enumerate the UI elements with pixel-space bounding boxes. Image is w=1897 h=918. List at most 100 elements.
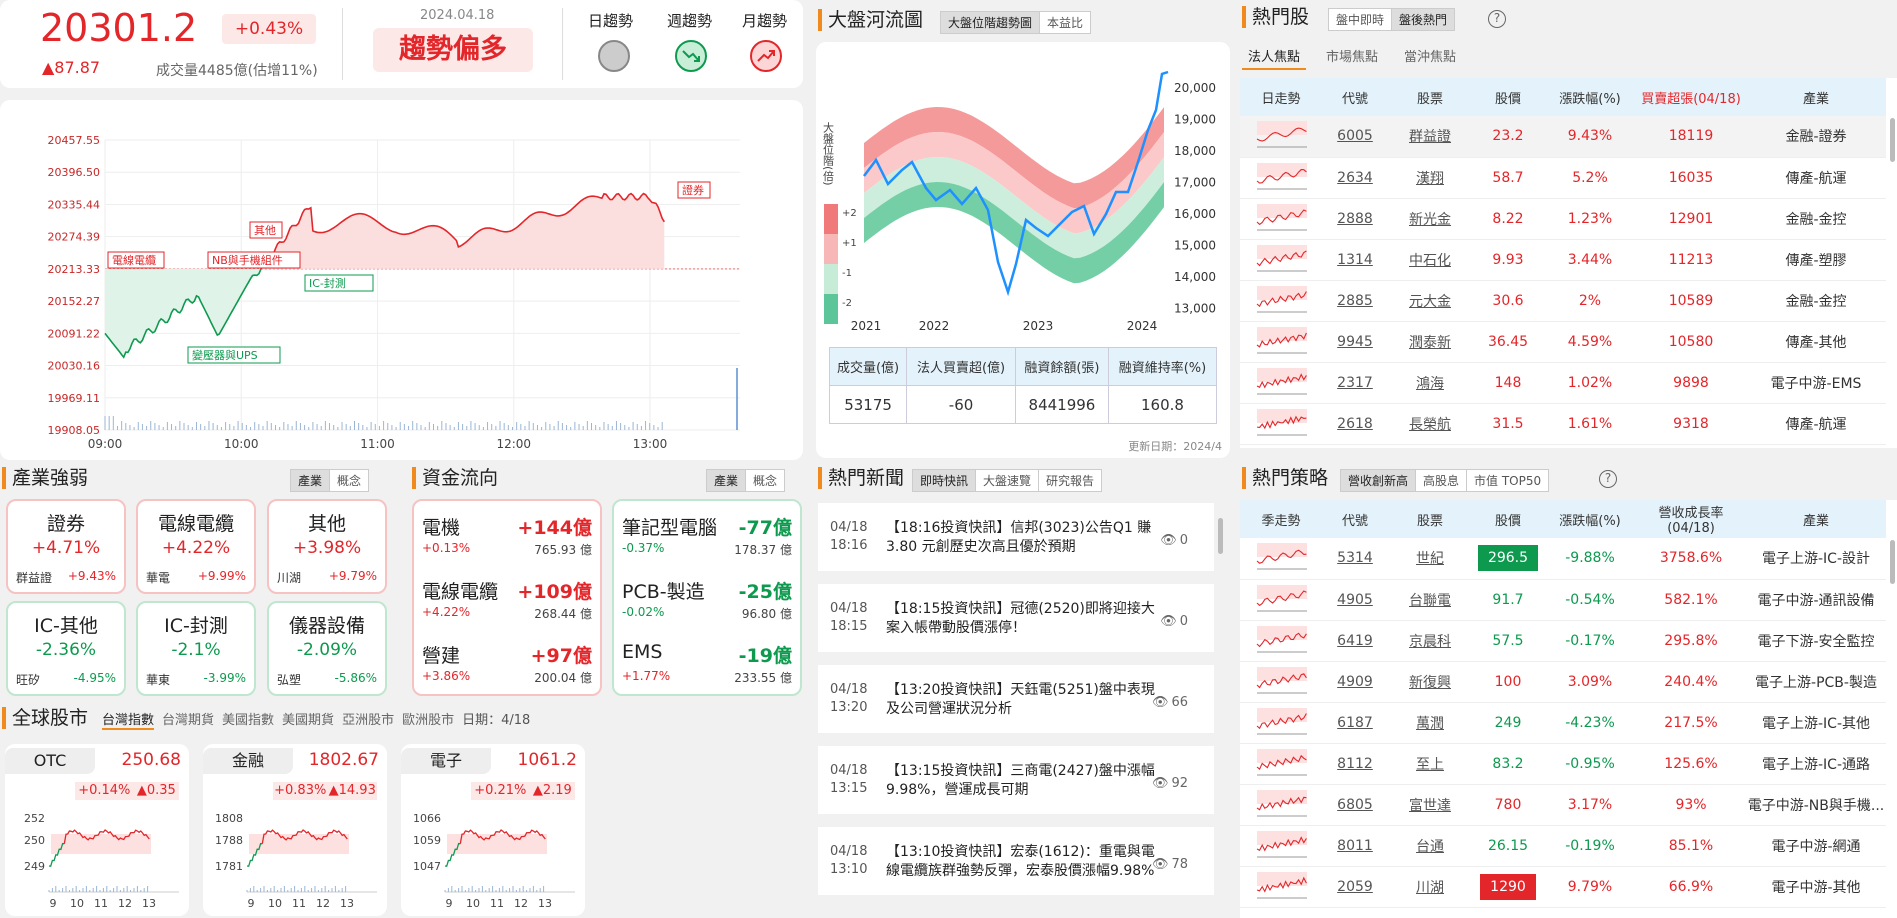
col-header[interactable]: 營收成長率(04/18) <box>1636 500 1746 538</box>
scrollbar[interactable] <box>1890 540 1895 584</box>
help-icon[interactable]: ? <box>1488 10 1506 28</box>
stock-code[interactable]: 6187 <box>1322 702 1388 744</box>
table-row[interactable]: 9945 潤泰新 36.45 4.59% 10580 傳產-其他 <box>1240 321 1886 363</box>
stock-name[interactable]: 群益證 <box>1388 116 1472 158</box>
tab-river-pe[interactable]: 本益比 <box>1040 12 1090 33</box>
table-row[interactable]: 6805 富世達 780 3.17% 93% 電子中游-NB與手機... <box>1240 784 1886 826</box>
chart-annotation[interactable]: 其他 <box>249 221 283 239</box>
tab-after-hours[interactable]: 盤後熱門 <box>1392 9 1455 30</box>
table-row[interactable]: 6187 萬潤 249 -4.23% 217.5% 電子上游-IC-其他 <box>1240 702 1886 744</box>
capital-flow-row[interactable]: 電機 +144億 +0.13% 765.93 億 <box>422 505 592 565</box>
stock-name[interactable]: 潤泰新 <box>1388 321 1472 363</box>
col-header[interactable]: 股價 <box>1472 78 1544 116</box>
tab-us-index[interactable]: 美國指數 <box>222 709 274 730</box>
industry-tile[interactable]: 儀器設備 -2.09% 弘塑 -5.86% <box>267 601 387 696</box>
river-chart[interactable]: 20,000 19,000 18,000 17,000 16,000 15,000 14,0… <box>816 42 1230 342</box>
table-row[interactable]: 5314 世紀 296.5 -9.88% 3758.6% 電子上游-IC-設計 <box>1240 538 1886 580</box>
col-header[interactable]: 代號 <box>1322 78 1388 116</box>
news-headline[interactable]: 【13:15投資快訊】三商電(2427)盤中漲幅9.98%，營運成長可期 <box>886 762 1158 800</box>
subtab-daytrade[interactable]: 當沖焦點 <box>1398 46 1462 70</box>
stock-code[interactable]: 6005 <box>1322 116 1388 158</box>
stock-name[interactable]: 漢翔 <box>1388 157 1472 199</box>
tab-realtime-news[interactable]: 即時快訊 <box>913 470 977 491</box>
industry-tile[interactable]: 電線電纜 +4.22% 華電 +9.99% <box>136 499 256 594</box>
table-row[interactable]: 6419 京晨科 57.5 -0.17% 295.8% 電子下游-安全監控 <box>1240 620 1886 662</box>
table-row[interactable]: 8011 台通 26.15 -0.19% 85.1% 電子中游-網通 <box>1240 825 1886 867</box>
tab-tw-futures[interactable]: 台灣期貨 <box>162 709 214 730</box>
tab-intraday[interactable]: 盤中即時 <box>1329 9 1393 30</box>
help-icon[interactable]: ? <box>1599 470 1617 488</box>
down-trend-icon[interactable] <box>675 40 707 72</box>
stock-code[interactable]: 6805 <box>1322 784 1388 826</box>
capital-flow-row[interactable]: PCB-製造 -25億 -0.02% 96.80 億 <box>622 569 792 629</box>
stock-code[interactable]: 5314 <box>1322 538 1388 580</box>
tab-tw-index[interactable]: 台灣指數 <box>102 709 155 730</box>
chart-annotation[interactable]: IC-封測 <box>304 274 374 292</box>
stock-code[interactable]: 2618 <box>1322 403 1388 445</box>
table-row[interactable]: 4909 新復興 100 3.09% 240.4% 電子上游-PCB-製造 <box>1240 661 1886 703</box>
stock-name[interactable]: 台聯電 <box>1388 579 1472 621</box>
chart-annotation[interactable]: 電線電纜 <box>107 251 165 269</box>
stock-name[interactable]: 川湖 <box>1388 866 1472 908</box>
capital-flow-row[interactable]: EMS -19億 +1.77% 233.55 億 <box>622 633 792 693</box>
chart-annotation[interactable]: NB與手機組件 <box>207 251 301 269</box>
stock-code[interactable]: 2885 <box>1322 280 1388 322</box>
stock-code[interactable]: 9945 <box>1322 321 1388 363</box>
capital-flow-row[interactable]: 電線電纜 +109億 +4.22% 268.44 億 <box>422 569 592 629</box>
tab-river-level[interactable]: 大盤位階趨勢圖 <box>941 12 1041 33</box>
stock-code[interactable]: 1314 <box>1322 239 1388 281</box>
table-row[interactable]: 2634 漢翔 58.7 5.2% 16035 傳產-航運 <box>1240 157 1886 199</box>
table-row[interactable]: 2885 元大金 30.6 2% 10589 金融-金控 <box>1240 280 1886 322</box>
stock-name[interactable]: 元大金 <box>1388 280 1472 322</box>
toggle-industry[interactable]: 產業 <box>707 470 747 491</box>
news-item[interactable]: 04/18 13:20 【13:20投資快訊】天鈺電(5251)盤中表現及公司營運狀… <box>818 665 1214 733</box>
table-row[interactable]: 2618 長榮航 31.5 1.61% 9318 傳產-航運 <box>1240 403 1886 445</box>
stock-code[interactable]: 8011 <box>1322 825 1388 867</box>
scrollbar[interactable] <box>1890 118 1895 162</box>
table-row[interactable]: 8112 至上 83.2 -0.95% 125.6% 電子上游-IC-通路 <box>1240 743 1886 785</box>
capital-flow-row[interactable]: 營建 +97億 +3.86% 200.04 億 <box>422 633 592 693</box>
capital-flow-row[interactable]: 筆記型電腦 -77億 -0.37% 178.37 億 <box>622 505 792 565</box>
industry-tile[interactable]: 證券 +4.71% 群益證 +9.43% <box>6 499 126 594</box>
tab-high-dividend[interactable]: 高股息 <box>1416 470 1468 491</box>
toggle-concept[interactable]: 概念 <box>330 470 368 491</box>
tab-top50[interactable]: 市值 TOP50 <box>1467 470 1548 491</box>
tab-us-futures[interactable]: 美國期貨 <box>282 709 334 730</box>
news-item[interactable]: 04/18 13:15 【13:15投資快訊】三商電(2427)盤中漲幅9.98%，… <box>818 746 1214 814</box>
tab-asia[interactable]: 亞洲股市 <box>342 709 394 730</box>
stock-name[interactable]: 新復興 <box>1388 661 1472 703</box>
up-trend-icon[interactable] <box>750 40 782 72</box>
col-header[interactable]: 股票 <box>1388 500 1472 538</box>
table-row[interactable]: 2317 鴻海 148 1.02% 9898 電子中游-EMS <box>1240 362 1886 404</box>
col-header[interactable]: 漲跌幅(%) <box>1544 500 1636 538</box>
stock-code[interactable]: 4909 <box>1322 661 1388 703</box>
table-row[interactable]: 1314 中石化 9.93 3.44% 11213 傳產-塑膠 <box>1240 239 1886 281</box>
news-headline[interactable]: 【18:15投資快訊】冠德(2520)即將迎接大案入帳帶動股價漲停！ <box>886 600 1158 638</box>
stock-name[interactable]: 富世達 <box>1388 784 1472 826</box>
stock-name[interactable]: 台通 <box>1388 825 1472 867</box>
stock-name[interactable]: 世紀 <box>1388 538 1472 580</box>
toggle-concept[interactable]: 概念 <box>746 470 784 491</box>
toggle-industry[interactable]: 產業 <box>291 470 331 491</box>
news-headline[interactable]: 【18:16投資快訊】信邦(3023)公告Q1 賺 3.80 元創歷史次高且優於… <box>886 519 1158 557</box>
tab-research[interactable]: 研究報告 <box>1039 470 1101 491</box>
neutral-trend-icon[interactable] <box>598 40 630 72</box>
subtab-institutional[interactable]: 法人焦點 <box>1242 46 1307 70</box>
table-row[interactable]: 6005 群益證 23.2 9.43% 18119 金融-證券 <box>1240 116 1886 158</box>
industry-tile[interactable]: IC-封測 -2.1% 華東 -3.99% <box>136 601 256 696</box>
global-index-card[interactable]: OTC 250.68 +0.14% ▲0.35 252 250 249 9 10 11 12 13 <box>5 744 189 916</box>
chart-annotation[interactable]: 變壓器與UPS <box>187 346 281 364</box>
subtab-market[interactable]: 市場焦點 <box>1320 46 1384 70</box>
stock-name[interactable]: 鴻海 <box>1388 362 1472 404</box>
scrollbar[interactable] <box>1218 518 1223 554</box>
tab-europe[interactable]: 歐洲股市 <box>402 709 454 730</box>
news-headline[interactable]: 【13:20投資快訊】天鈺電(5251)盤中表現及公司營運狀況分析 <box>886 681 1158 719</box>
stock-code[interactable]: 2059 <box>1322 866 1388 908</box>
table-row[interactable]: 2059 川湖 1290 9.79% 66.9% 電子中游-其他 <box>1240 866 1886 908</box>
tab-revenue-high[interactable]: 營收創新高 <box>1341 470 1417 491</box>
stock-code[interactable]: 2888 <box>1322 198 1388 240</box>
news-headline[interactable]: 【13:10投資快訊】宏泰(1612)：重電與電線電纜族群強勢反彈，宏泰股價漲幅… <box>886 843 1158 881</box>
col-header[interactable]: 代號 <box>1322 500 1388 538</box>
col-header[interactable]: 股價 <box>1472 500 1544 538</box>
table-row[interactable]: 2888 新光金 8.22 1.23% 12901 金融-金控 <box>1240 198 1886 240</box>
